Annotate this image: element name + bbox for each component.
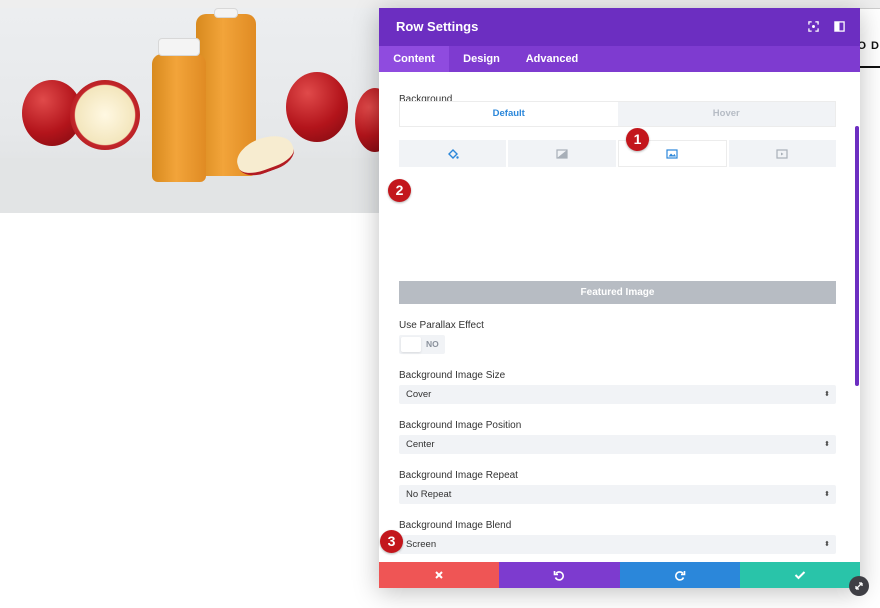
toggle-knob xyxy=(401,337,421,352)
modal-header: Row Settings xyxy=(379,8,860,46)
background-type-tabs xyxy=(399,140,836,167)
select-arrows-icon: ⬍ xyxy=(824,541,830,548)
modal-scrollbar[interactable] xyxy=(855,126,859,386)
modal-footer xyxy=(379,562,860,588)
fullscreen-icon[interactable] xyxy=(808,21,819,32)
page-menu-underline xyxy=(858,66,880,68)
background-gradient-tab[interactable] xyxy=(508,140,616,167)
tab-content[interactable]: Content xyxy=(379,46,449,72)
undo-icon xyxy=(554,571,565,581)
select-arrows-icon: ⬍ xyxy=(824,441,830,448)
tab-advanced[interactable]: Advanced xyxy=(519,46,585,72)
tab-design[interactable]: Design xyxy=(454,46,509,72)
select-arrows-icon: ⬍ xyxy=(824,391,830,398)
image-position-value: Center xyxy=(406,439,435,450)
image-position-select[interactable]: Center ⬍ xyxy=(399,435,836,454)
image-icon xyxy=(666,148,678,159)
close-icon xyxy=(435,571,443,579)
image-repeat-value: No Repeat xyxy=(406,489,452,500)
image-size-select[interactable]: Cover ⬍ xyxy=(399,385,836,404)
featured-image-button[interactable]: Featured Image xyxy=(399,281,836,304)
background-color-tab[interactable] xyxy=(399,140,507,167)
paint-bucket-icon xyxy=(447,148,459,159)
page-top-strip xyxy=(0,0,880,8)
hero-image xyxy=(0,8,380,213)
resize-handle[interactable] xyxy=(849,576,869,596)
image-size-label: Background Image Size xyxy=(399,370,506,381)
background-mode-switch: Default Hover xyxy=(399,101,836,127)
discard-button[interactable] xyxy=(379,562,500,588)
image-repeat-select[interactable]: No Repeat ⬍ xyxy=(399,485,836,504)
redo-icon xyxy=(674,571,685,581)
image-repeat-label: Background Image Repeat xyxy=(399,470,518,481)
background-image-preview[interactable] xyxy=(399,180,836,280)
settings-tabs: Content Design Advanced xyxy=(379,46,860,72)
apple-right xyxy=(286,72,348,142)
background-video-tab[interactable] xyxy=(728,140,836,167)
parallax-toggle[interactable]: NO xyxy=(399,335,445,354)
image-position-label: Background Image Position xyxy=(399,420,522,431)
bottle-small xyxy=(152,54,206,182)
modal-title: Row Settings xyxy=(396,19,479,34)
image-blend-value: Screen xyxy=(406,539,437,550)
apple-far-right xyxy=(355,88,380,152)
check-icon xyxy=(794,571,806,580)
save-button[interactable] xyxy=(739,562,860,588)
sidebar-icon[interactable] xyxy=(834,21,845,32)
image-blend-label: Background Image Blend xyxy=(399,520,512,531)
annotation-badge-3: 3 xyxy=(380,530,403,553)
gradient-icon xyxy=(556,148,568,159)
video-icon xyxy=(776,148,788,159)
annotation-badge-1: 1 xyxy=(626,128,649,151)
bottle-large-cap xyxy=(214,8,238,18)
page-divider xyxy=(860,8,880,9)
select-arrows-icon: ⬍ xyxy=(824,491,830,498)
bottle-small-cap xyxy=(158,38,200,56)
parallax-label: Use Parallax Effect xyxy=(399,320,484,331)
toggle-value: NO xyxy=(426,339,439,349)
apple-half xyxy=(70,80,140,150)
row-settings-modal: Row Settings Content Design Advanced Bac… xyxy=(379,8,860,588)
image-size-value: Cover xyxy=(406,389,432,400)
resize-icon xyxy=(855,582,863,590)
image-blend-select[interactable]: Screen ⬍ xyxy=(399,535,836,554)
redo-button[interactable] xyxy=(619,562,740,588)
mode-hover[interactable]: Hover xyxy=(617,102,835,126)
page-menu-text[interactable]: O D xyxy=(857,40,880,52)
undo-button[interactable] xyxy=(499,562,620,588)
mode-default[interactable]: Default xyxy=(400,102,618,126)
annotation-badge-2: 2 xyxy=(388,179,411,202)
